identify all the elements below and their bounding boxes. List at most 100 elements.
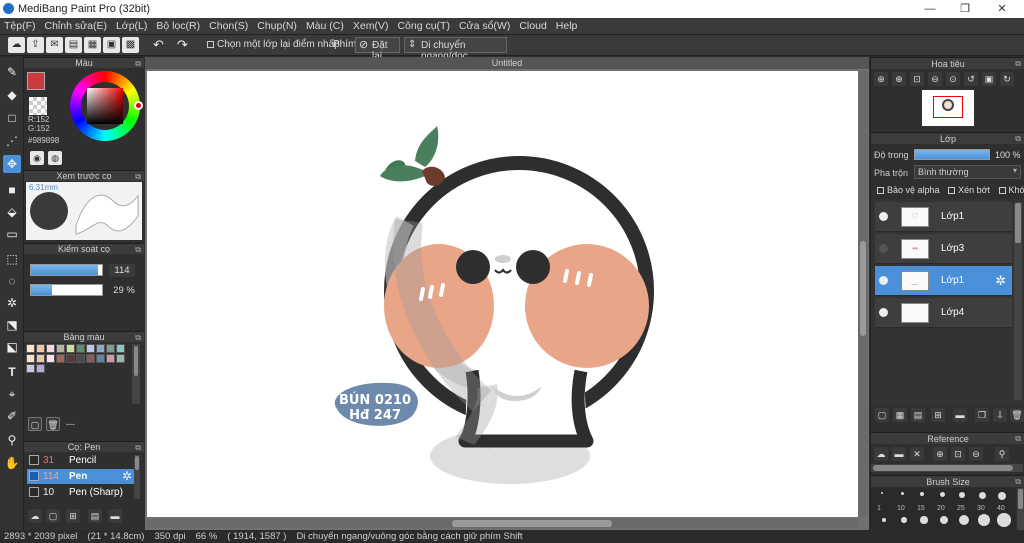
hue-wheel[interactable] — [70, 71, 143, 141]
brush-size-dot[interactable] — [939, 515, 949, 525]
pin-icon[interactable]: ⧉ — [135, 442, 141, 453]
menu-window[interactable]: Cửa sổ(W) — [459, 18, 510, 35]
delete-swatch-icon[interactable]: 🗑 — [46, 417, 60, 431]
dot-tool-icon[interactable]: ⋰ — [3, 132, 21, 150]
saturation-square[interactable] — [87, 88, 123, 124]
brush-size-slider[interactable] — [30, 264, 103, 276]
palette-swatch[interactable] — [26, 344, 35, 353]
reference-cloud-icon[interactable]: ☁ — [874, 447, 888, 461]
palette-scrollbar[interactable] — [132, 344, 140, 404]
palette-swatch[interactable] — [86, 354, 95, 363]
fit-icon[interactable]: ⊡ — [910, 72, 924, 86]
menu-cloud[interactable]: Cloud — [519, 18, 546, 35]
reference-fit-icon[interactable]: ⊡ — [951, 447, 965, 461]
hand-tool-icon[interactable]: ✋ — [3, 454, 21, 472]
brush-add-icon[interactable]: ⊞ — [66, 509, 80, 523]
message-icon[interactable]: ▤ — [65, 37, 82, 53]
reference-close-icon[interactable]: ✕ — [910, 447, 924, 461]
checkbox-icon[interactable] — [998, 187, 1006, 195]
palette-swatch[interactable] — [106, 354, 115, 363]
gradient-tool-icon[interactable]: ▭ — [3, 225, 21, 243]
pin-icon[interactable]: ⧉ — [135, 244, 141, 255]
brush-size-dot[interactable] — [978, 514, 990, 526]
palette-swatch[interactable] — [116, 354, 125, 363]
brush-size-dot[interactable] — [939, 492, 945, 497]
lasso-tool-icon[interactable]: ◌ — [3, 272, 21, 290]
brush-size-dot[interactable] — [978, 492, 986, 499]
add-layer-menu-icon[interactable]: ⊞ — [931, 408, 945, 422]
move-direction-button[interactable]: ⇕ Di chuyển ngang/dọc — [404, 37, 507, 62]
palette-swatch[interactable] — [96, 344, 105, 353]
transparent-swatch[interactable] — [29, 97, 47, 115]
reference-zoom-out-icon[interactable]: ⊖ — [969, 447, 983, 461]
restore-button[interactable]: ❐ — [955, 1, 975, 17]
grid-icon[interactable]: ▩ — [122, 37, 139, 53]
menu-help[interactable]: Help — [556, 18, 578, 35]
menu-color[interactable]: Màu (C) — [306, 18, 344, 35]
drawing-canvas[interactable]: BÚN 0210 Hđ 247 — [147, 71, 858, 517]
brush-size-dot[interactable] — [901, 517, 907, 523]
folder-icon[interactable]: ▬ — [953, 408, 967, 422]
brush-tool-icon[interactable]: ✎ — [3, 63, 21, 81]
palette-swatch[interactable] — [116, 344, 125, 353]
brush-size-dot[interactable] — [920, 516, 928, 524]
palette-swatch[interactable] — [106, 344, 115, 353]
select-eraser-tool-icon[interactable]: ⬕ — [3, 338, 21, 356]
bucket-tool-icon[interactable]: ⬙ — [3, 203, 21, 221]
palette-swatch[interactable] — [86, 344, 95, 353]
brush-size-dot[interactable] — [881, 492, 883, 494]
brush-size-dot[interactable] — [900, 492, 904, 495]
hue-marker[interactable] — [134, 101, 143, 110]
blend-mode-select[interactable]: Bình thường ▾ — [914, 165, 1021, 179]
actual-size-icon[interactable]: ⊙ — [946, 72, 960, 86]
palette-swatch[interactable] — [26, 364, 35, 373]
select-pen-tool-icon[interactable]: ⬔ — [3, 316, 21, 334]
brush-size-dot[interactable] — [958, 514, 970, 526]
reset-button[interactable]: ⊘ Đặt lại — [355, 37, 400, 62]
layer-row[interactable]: ♡ Lớp1 — [875, 202, 1012, 232]
new-layer-icon[interactable]: ▢ — [875, 408, 889, 422]
pin-icon[interactable]: ⧉ — [1015, 433, 1021, 445]
brush-size-dot[interactable] — [998, 492, 1006, 500]
palette-swatch[interactable] — [46, 344, 55, 353]
palette-swatch[interactable] — [66, 354, 75, 363]
brush-opacity-slider[interactable] — [30, 284, 103, 296]
menu-file[interactable]: Tệp(F) — [4, 18, 36, 35]
color-picker-btn-icon[interactable]: ◉ — [30, 151, 44, 165]
minimize-button[interactable]: — — [920, 1, 940, 17]
brush-list-scrollbar[interactable] — [134, 455, 140, 499]
palette-swatch[interactable] — [76, 354, 85, 363]
eraser-tool-icon[interactable]: ◆ — [3, 86, 21, 104]
eye-icon[interactable] — [879, 308, 888, 317]
layer-list-scrollbar[interactable] — [1014, 202, 1022, 400]
eye-icon[interactable] — [879, 276, 888, 285]
layer-row[interactable]: •• Lớp3 — [875, 234, 1012, 264]
move-tool-icon[interactable]: ✥ — [3, 155, 21, 173]
gear-icon[interactable]: ✲ — [995, 273, 1006, 289]
zoom-out-icon[interactable]: ⊖ — [928, 72, 942, 86]
pin-icon[interactable]: ⧉ — [135, 58, 141, 69]
undo-icon[interactable]: ↶ — [150, 37, 167, 53]
gear-icon[interactable]: ✲ — [122, 469, 132, 484]
checkbox-icon[interactable] — [948, 187, 956, 195]
reference-open-icon[interactable]: ▬ — [892, 447, 906, 461]
pin-icon[interactable]: ⧉ — [1015, 133, 1021, 145]
rectangle-tool-icon[interactable]: □ — [3, 109, 21, 127]
select-rect-tool-icon[interactable]: ⬚ — [3, 250, 21, 268]
new-halftone-layer-icon[interactable]: ▦ — [893, 408, 907, 422]
menu-tools[interactable]: Công cụ(T) — [397, 18, 450, 35]
brush-cloud-icon[interactable]: ☁ — [28, 509, 42, 523]
menu-filter[interactable]: Bộ lọc(R) — [156, 18, 200, 35]
pin-icon[interactable]: ⧉ — [1015, 58, 1021, 70]
divide-tool-icon[interactable]: ✐ — [3, 407, 21, 425]
lock-checkbox[interactable]: Khóa — [998, 185, 1024, 195]
brush-size-dot[interactable] — [920, 492, 924, 496]
delete-layer-icon[interactable]: 🗑 — [1010, 408, 1024, 422]
eyedropper-tool-icon[interactable]: ⚲ — [3, 431, 21, 449]
menu-view[interactable]: Xem(V) — [353, 18, 389, 35]
horizontal-scrollbar[interactable] — [147, 519, 858, 528]
palette-swatch[interactable] — [36, 354, 45, 363]
navigator-thumbnail[interactable] — [922, 90, 974, 126]
layer-row[interactable]: Lớp4 — [875, 298, 1012, 328]
duplicate-layer-icon[interactable]: ❐ — [975, 408, 989, 422]
